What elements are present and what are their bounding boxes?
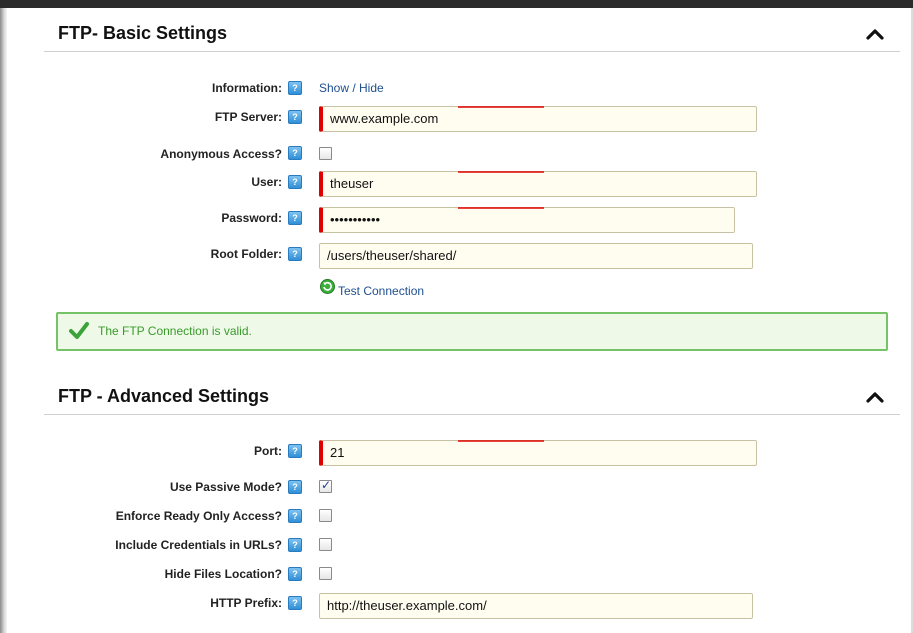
chevron-up-icon[interactable] <box>866 27 884 41</box>
help-icon[interactable]: ? <box>288 538 302 552</box>
help-icon[interactable]: ? <box>288 146 302 160</box>
passive-mode-label: Use Passive Mode? <box>169 480 282 494</box>
required-marker <box>458 171 544 173</box>
root-folder-label: Root Folder: <box>210 247 282 261</box>
chevron-up-icon[interactable] <box>866 390 884 404</box>
password-input[interactable]: ••••••••••• <box>319 207 735 233</box>
password-value: ••••••••••• <box>330 212 381 227</box>
anonymous-access-checkbox[interactable] <box>319 147 332 160</box>
hide-files-location-checkbox[interactable] <box>319 567 332 580</box>
basic-settings-title: FTP- Basic Settings <box>58 23 228 43</box>
required-marker <box>458 207 544 209</box>
checkmark-icon <box>69 322 89 339</box>
user-value: theuser <box>330 176 374 191</box>
passive-mode-checkbox[interactable]: ✓ <box>319 478 332 493</box>
hide-files-location-label: Hide Files Location? <box>164 567 282 581</box>
read-only-access-label: Enforce Ready Only Access? <box>115 509 282 523</box>
help-icon[interactable]: ? <box>288 175 302 189</box>
http-prefix-label: HTTP Prefix: <box>210 596 282 610</box>
top-bar <box>0 0 913 8</box>
user-label: User: <box>251 175 282 189</box>
password-label: Password: <box>221 211 282 225</box>
test-connection-link[interactable]: Test Connection <box>338 284 424 298</box>
basic-settings-header: FTP- Basic Settings <box>44 15 900 52</box>
include-credentials-checkbox[interactable] <box>319 538 332 551</box>
help-icon[interactable]: ? <box>288 596 302 610</box>
ftp-server-input[interactable]: www.example.com <box>319 106 757 132</box>
port-label: Port: <box>254 444 282 458</box>
root-folder-value: /users/theuser/shared/ <box>327 248 457 263</box>
help-icon[interactable]: ? <box>288 444 302 458</box>
ftp-server-label: FTP Server: <box>214 110 282 124</box>
refresh-icon[interactable] <box>320 279 335 294</box>
help-icon[interactable]: ? <box>288 110 302 124</box>
help-icon[interactable]: ? <box>288 509 302 523</box>
ftp-server-value: www.example.com <box>330 111 439 126</box>
checkmark-icon: ✓ <box>321 478 332 492</box>
help-icon[interactable]: ? <box>288 81 302 95</box>
help-icon[interactable]: ? <box>288 211 302 225</box>
help-icon[interactable]: ? <box>288 480 302 494</box>
port-value: 21 <box>330 445 345 460</box>
required-marker <box>458 440 544 442</box>
http-prefix-input[interactable]: http://theuser.example.com/ <box>319 593 753 619</box>
port-input[interactable]: 21 <box>319 440 757 466</box>
http-prefix-value: http://theuser.example.com/ <box>327 598 487 613</box>
read-only-access-checkbox[interactable] <box>319 509 332 522</box>
left-border <box>0 8 7 633</box>
anonymous-access-label: Anonymous Access? <box>160 147 282 161</box>
include-credentials-label: Include Credentials in URLs? <box>115 538 282 552</box>
information-label: Information: <box>212 81 282 95</box>
help-icon[interactable]: ? <box>288 567 302 581</box>
advanced-settings-header: FTP - Advanced Settings <box>44 378 900 415</box>
show-hide-link[interactable]: Show / Hide <box>319 81 384 95</box>
root-folder-input[interactable]: /users/theuser/shared/ <box>319 243 753 269</box>
help-icon[interactable]: ? <box>288 247 302 261</box>
connection-status-banner: The FTP Connection is valid. <box>56 312 888 351</box>
user-input[interactable]: theuser <box>319 171 757 197</box>
advanced-settings-title: FTP - Advanced Settings <box>58 386 270 406</box>
connection-status-message: The FTP Connection is valid. <box>98 324 252 338</box>
required-marker <box>458 106 544 108</box>
